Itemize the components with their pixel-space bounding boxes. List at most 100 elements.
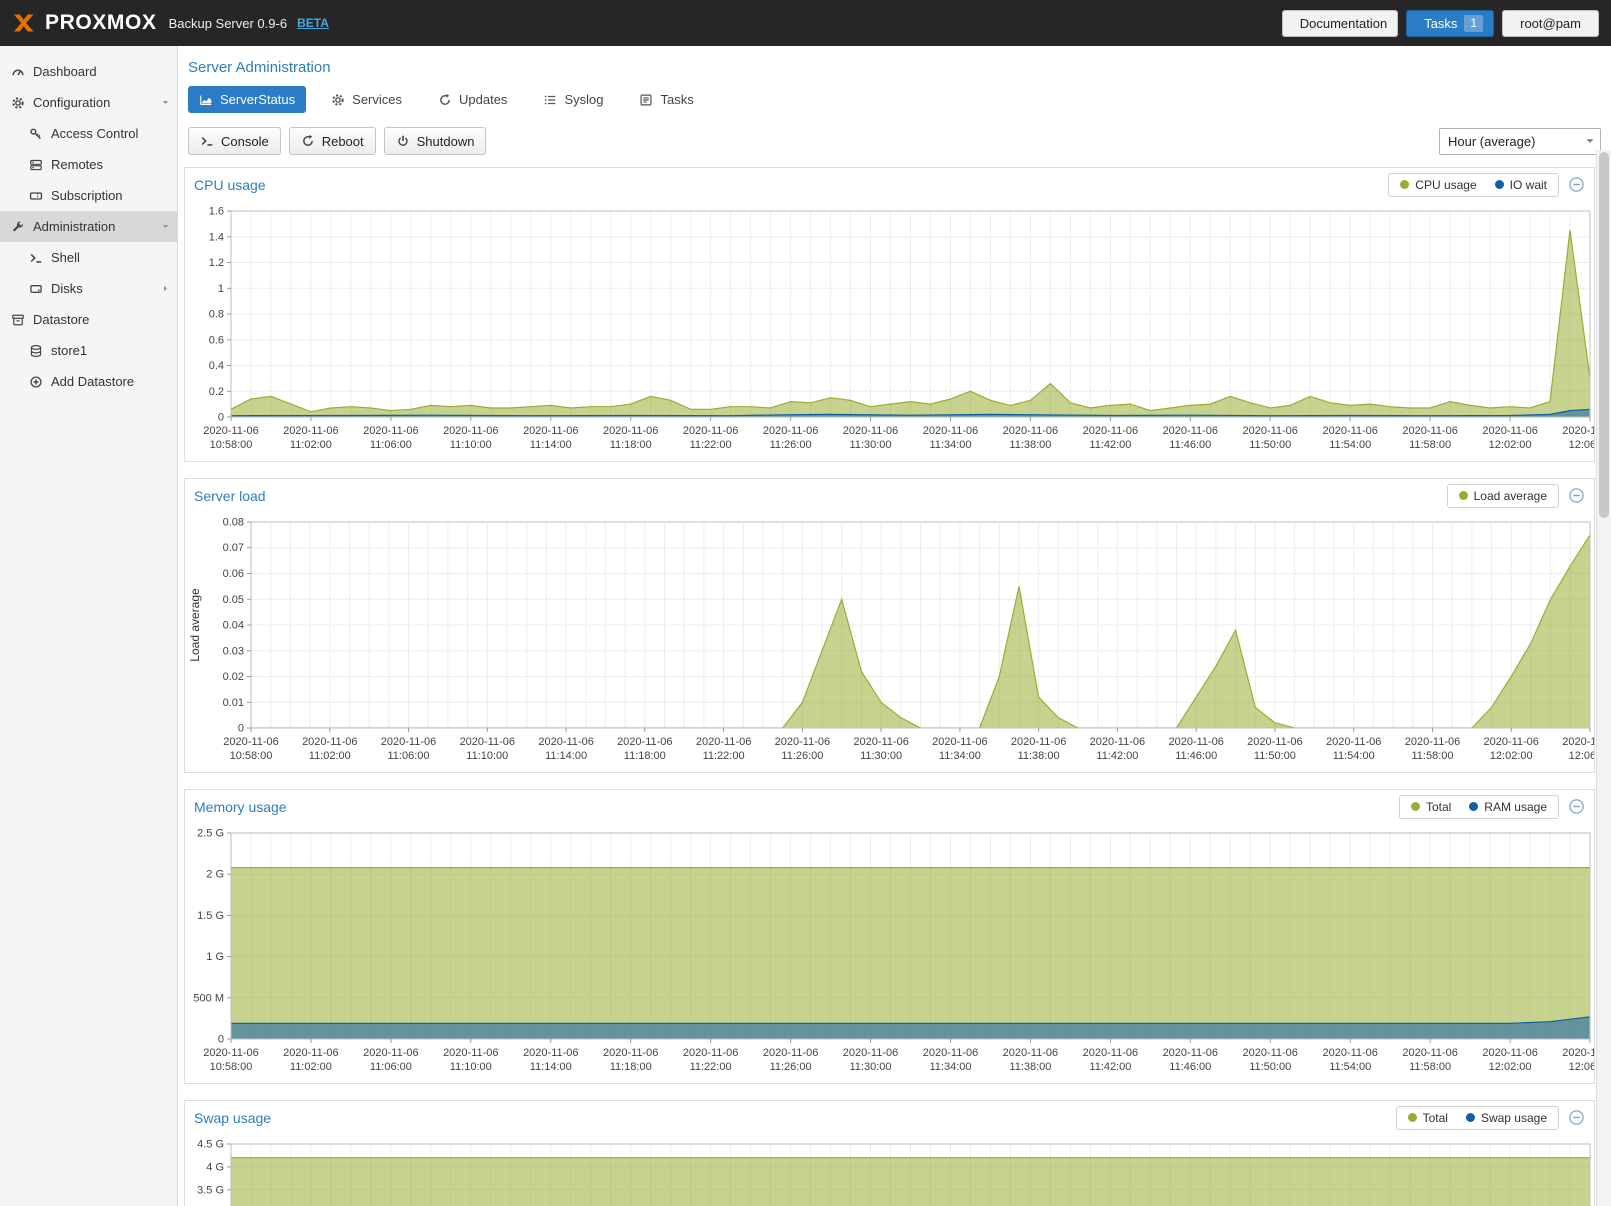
vertical-scrollbar[interactable] (1596, 150, 1611, 1206)
svg-text:11:26:00: 11:26:00 (770, 439, 812, 451)
wrench-icon (11, 220, 25, 234)
sidebar-item-label: Administration (33, 219, 115, 234)
svg-text:2020-11-06: 2020-11-06 (203, 425, 258, 437)
svg-text:11:02:00: 11:02:00 (309, 750, 351, 762)
svg-text:2020-11-06: 2020-11-06 (1168, 736, 1223, 748)
svg-text:4.5 G: 4.5 G (197, 1139, 224, 1151)
sidebar-item-disks[interactable]: Disks (0, 273, 177, 304)
legend-dot (1459, 491, 1468, 500)
tab-services[interactable]: Services (320, 86, 413, 113)
caret-right-icon (160, 283, 171, 294)
button-label: Console (221, 134, 269, 149)
sidebar-item-dashboard[interactable]: Dashboard (0, 56, 177, 87)
svg-text:2020-11-06: 2020-11-06 (1402, 425, 1457, 437)
sidebar-item-shell[interactable]: Shell (0, 242, 177, 273)
panel-cpu: CPU usageCPU usageIO wait00.20.40.60.811… (184, 167, 1595, 462)
svg-text:1.5 G: 1.5 G (197, 910, 224, 922)
svg-text:2020-11-06: 2020-11-06 (1090, 736, 1145, 748)
sidebar-item-datastore[interactable]: Datastore (0, 304, 177, 335)
legend-label: Total (1426, 800, 1451, 814)
svg-text:2020-11-06: 2020-11-06 (381, 736, 436, 748)
sidebar-item-add-datastore[interactable]: Add Datastore (0, 366, 177, 397)
sidebar-item-subscription[interactable]: Subscription (0, 180, 177, 211)
legend-dot (1495, 180, 1504, 189)
box-icon (11, 313, 25, 327)
svg-text:11:46:00: 11:46:00 (1169, 1061, 1211, 1073)
svg-text:2020-11-06: 2020-11-06 (1083, 425, 1138, 437)
collapse-panel-button[interactable] (1568, 798, 1585, 815)
tab-serverstatus[interactable]: ServerStatus (188, 86, 306, 113)
svg-text:2020-11-06: 2020-11-06 (923, 1047, 978, 1059)
svg-text:11:22:00: 11:22:00 (690, 439, 732, 451)
svg-text:11:38:00: 11:38:00 (1009, 439, 1051, 451)
svg-text:2020-11-06: 2020-11-06 (1326, 736, 1381, 748)
svg-text:11:18:00: 11:18:00 (624, 750, 666, 762)
sidebar-item-store1[interactable]: store1 (0, 335, 177, 366)
sidebar-item-configuration[interactable]: Configuration (0, 87, 177, 118)
sidebar-item-label: store1 (51, 343, 87, 358)
legend-item-cpu-usage: CPU usage (1400, 178, 1476, 192)
tab-label: ServerStatus (220, 92, 295, 107)
user-menu-button[interactable]: root@pam (1502, 10, 1599, 37)
panel-memory: Memory usageTotalRAM usage0500 M1 G1.5 G… (184, 789, 1595, 1084)
product-version: Backup Server 0.9-6 (169, 16, 288, 31)
svg-text:2 G: 2 G (206, 869, 224, 881)
legend-dot (1411, 802, 1420, 811)
svg-text:0.01: 0.01 (223, 697, 244, 709)
gear-icon (11, 96, 25, 110)
caret-down-icon (160, 221, 171, 232)
svg-text:2020-11-06: 2020-11-06 (1322, 425, 1377, 437)
svg-text:2020-11-06: 2020-11-06 (1242, 425, 1297, 437)
tab-label: Tasks (660, 92, 693, 107)
chart-load: 00.010.020.030.040.050.060.070.082020-11… (185, 512, 1594, 772)
tab-updates[interactable]: Updates (427, 86, 518, 113)
collapse-panel-button[interactable] (1568, 1109, 1585, 1126)
collapse-panel-button[interactable] (1568, 176, 1585, 193)
console-button[interactable]: Console (188, 127, 281, 155)
proxmox-x-icon (12, 11, 38, 35)
svg-text:11:34:00: 11:34:00 (929, 439, 971, 451)
chart-cpu: 00.20.40.60.811.21.41.62020-11-0610:58:0… (185, 201, 1594, 461)
user-label: root@pam (1520, 16, 1581, 31)
scrollbar-thumb[interactable] (1599, 152, 1609, 518)
gear-icon (331, 93, 345, 107)
shutdown-button[interactable]: Shutdown (384, 127, 487, 155)
tasks-button[interactable]: Tasks 1 (1406, 10, 1494, 37)
reboot-button[interactable]: Reboot (289, 127, 376, 155)
svg-text:11:06:00: 11:06:00 (370, 1061, 412, 1073)
svg-text:10:58:00: 10:58:00 (230, 750, 273, 762)
toolbar: Console Reboot Shutdown Hour (average) (178, 119, 1611, 165)
svg-text:2020-11-06: 2020-11-06 (1003, 1047, 1058, 1059)
legend-label: Load average (1474, 489, 1547, 503)
svg-text:2020-11-06: 2020-11-06 (538, 736, 593, 748)
panel-header: Server loadLoad average (185, 479, 1594, 512)
svg-text:2020-11-06: 2020-11-06 (683, 1047, 738, 1059)
svg-text:11:42:00: 11:42:00 (1089, 1061, 1131, 1073)
database-icon (29, 344, 43, 358)
legend: TotalSwap usage (1396, 1106, 1559, 1130)
svg-text:1: 1 (218, 283, 224, 295)
collapse-panel-button[interactable] (1568, 487, 1585, 504)
svg-text:11:34:00: 11:34:00 (929, 1061, 971, 1073)
legend-item-load-average: Load average (1459, 489, 1547, 503)
panel-title: CPU usage (194, 177, 266, 193)
svg-text:2020-11-06: 2020-11-06 (523, 425, 578, 437)
beta-link[interactable]: BETA (297, 16, 329, 30)
tab-tasks[interactable]: Tasks (628, 86, 704, 113)
sidebar-item-label: Disks (51, 281, 83, 296)
sidebar-item-remotes[interactable]: Remotes (0, 149, 177, 180)
svg-text:2020-11-06: 2020-11-06 (363, 425, 418, 437)
sidebar-item-label: Add Datastore (51, 374, 134, 389)
sidebar-item-access-control[interactable]: Access Control (0, 118, 177, 149)
legend-item-total: Total (1411, 800, 1451, 814)
sidebar-item-administration[interactable]: Administration (0, 211, 177, 242)
svg-text:2020-11-06: 2020-11-06 (1163, 425, 1218, 437)
tab-syslog[interactable]: Syslog (532, 86, 614, 113)
documentation-button[interactable]: Documentation (1282, 10, 1398, 37)
svg-text:11:38:00: 11:38:00 (1009, 1061, 1051, 1073)
svg-text:1.6: 1.6 (209, 206, 224, 218)
key-icon (29, 127, 43, 141)
interval-select[interactable]: Hour (average) (1439, 128, 1601, 155)
svg-text:2020-11-06: 2020-11-06 (923, 425, 978, 437)
svg-text:11:38:00: 11:38:00 (1018, 750, 1060, 762)
